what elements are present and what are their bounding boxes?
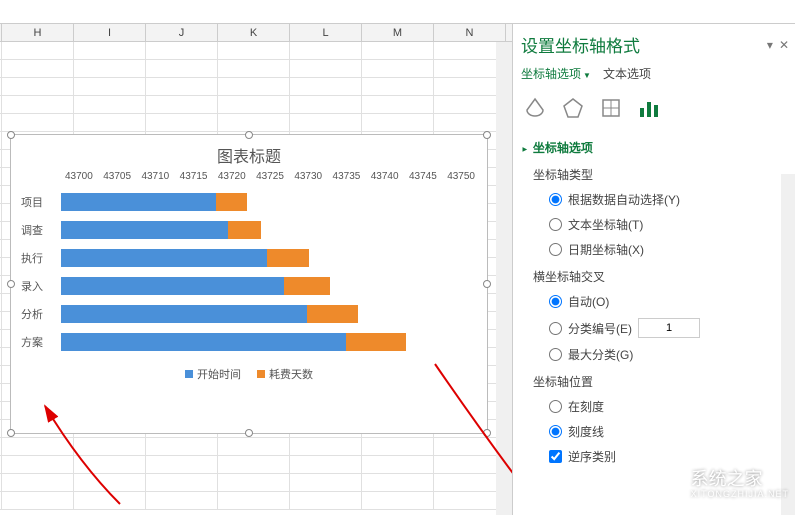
resize-handle[interactable]: [7, 429, 15, 437]
chart-title[interactable]: 图表标题: [11, 135, 487, 171]
panel-title: 设置坐标轴格式: [521, 32, 640, 57]
spreadsheet[interactable]: H I J K L M N 图表标题 437004370543710437154…: [0, 24, 512, 515]
format-axis-panel: 设置坐标轴格式 ▾ ✕ 坐标轴选项▼ 文本选项 坐标轴选项 坐标轴类型 根据数据…: [512, 24, 795, 515]
chart-plot-area[interactable]: 项目调查执行录入分析方案: [11, 182, 487, 360]
formula-bar[interactable]: [0, 0, 795, 24]
legend-swatch: [257, 370, 265, 378]
radio-auto-select[interactable]: 根据数据自动选择(Y): [521, 187, 791, 212]
resize-handle[interactable]: [7, 280, 15, 288]
legend-label: 耗费天数: [269, 366, 313, 382]
category-label: 录入: [21, 278, 61, 294]
effects-icon[interactable]: [561, 96, 585, 125]
legend-label: 开始时间: [197, 366, 241, 382]
radio-on-tick[interactable]: 在刻度: [521, 394, 791, 419]
watermark: 系统之家 XITONGZHIJIA.NET: [637, 461, 789, 509]
resize-handle[interactable]: [245, 429, 253, 437]
fill-icon[interactable]: [523, 96, 547, 125]
resize-handle[interactable]: [483, 131, 491, 139]
radio-between-tick[interactable]: 刻度线: [521, 419, 791, 444]
chart[interactable]: 图表标题 43700437054371043715437204372543730…: [10, 134, 488, 434]
radio-cross-category[interactable]: 分类编号(E): [521, 314, 791, 342]
legend-swatch: [185, 370, 193, 378]
category-label: 调查: [21, 222, 61, 238]
category-number-input[interactable]: [638, 318, 700, 338]
axis-type-label: 坐标轴类型: [521, 160, 791, 187]
tab-axis-options[interactable]: 坐标轴选项▼: [521, 65, 591, 82]
col-header-n[interactable]: N: [434, 24, 506, 41]
vertical-scrollbar[interactable]: [496, 42, 512, 515]
radio-text-axis[interactable]: 文本坐标轴(T): [521, 212, 791, 237]
col-header-j[interactable]: J: [146, 24, 218, 41]
legend-item-2[interactable]: 耗费天数: [257, 366, 313, 382]
resize-handle[interactable]: [245, 131, 253, 139]
radio-date-axis[interactable]: 日期坐标轴(X): [521, 237, 791, 262]
col-header-h[interactable]: H: [2, 24, 74, 41]
resize-handle[interactable]: [483, 429, 491, 437]
category-label: 项目: [21, 194, 61, 210]
section-axis-options[interactable]: 坐标轴选项: [521, 135, 791, 160]
close-icon[interactable]: ✕: [779, 38, 789, 52]
col-header-m[interactable]: M: [362, 24, 434, 41]
legend-item-1[interactable]: 开始时间: [185, 366, 241, 382]
col-header-k[interactable]: K: [218, 24, 290, 41]
x-axis-ticks: 4370043705437104371543720437254373043735…: [11, 171, 487, 182]
category-label: 方案: [21, 334, 61, 350]
column-headers: H I J K L M N: [0, 24, 512, 42]
chart-legend[interactable]: 开始时间 耗费天数: [11, 360, 487, 388]
chart-icon[interactable]: [637, 96, 661, 125]
cross-label: 横坐标轴交叉: [521, 262, 791, 289]
panel-dropdown-icon[interactable]: ▾: [767, 38, 773, 52]
radio-cross-max[interactable]: 最大分类(G): [521, 342, 791, 367]
resize-handle[interactable]: [483, 280, 491, 288]
radio-cross-auto[interactable]: 自动(O): [521, 289, 791, 314]
col-header-l[interactable]: L: [290, 24, 362, 41]
panel-body[interactable]: 坐标轴选项 坐标轴类型 根据数据自动选择(Y) 文本坐标轴(T) 日期坐标轴(X…: [521, 135, 795, 505]
col-header-i[interactable]: I: [74, 24, 146, 41]
category-label: 执行: [21, 250, 61, 266]
resize-handle[interactable]: [7, 131, 15, 139]
category-label: 分析: [21, 306, 61, 322]
size-icon[interactable]: [599, 96, 623, 125]
position-label: 坐标轴位置: [521, 367, 791, 394]
tab-text-options[interactable]: 文本选项: [603, 65, 651, 82]
